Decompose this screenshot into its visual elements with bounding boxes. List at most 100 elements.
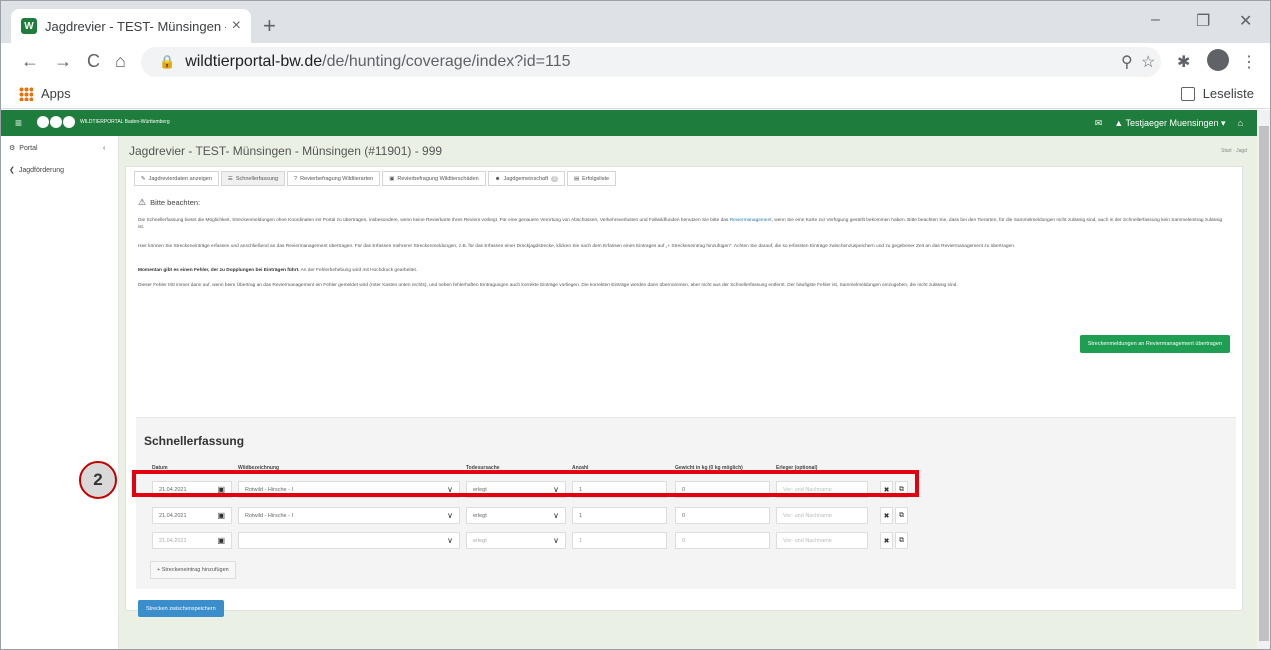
address-bar[interactable]: 🔒 wildtierportal-bw.de /de/hunting/cover… bbox=[141, 47, 1161, 77]
count-input[interactable]: 1 bbox=[572, 532, 667, 549]
tab-label: Jagdrevierdaten anzeigen bbox=[148, 175, 212, 182]
back-icon[interactable]: ← bbox=[21, 51, 39, 72]
notice-paragraph-2: Hier können Sie Streckeneinträge erfasse… bbox=[138, 244, 1016, 249]
hunter-input[interactable]: Vor- und Nachname bbox=[776, 532, 868, 549]
date-value: 21.04.2021 bbox=[159, 512, 187, 519]
count-badge: 3 bbox=[551, 175, 558, 182]
reading-list-label: Leseliste bbox=[1202, 86, 1254, 101]
tab-title: Jagdrevier - TEST- Münsingen - M bbox=[45, 18, 226, 34]
reviermanagement-link[interactable]: Reviermanagement bbox=[730, 218, 772, 223]
table-row: 21.04.2021 ▣ Rotwild - Hirsche - I ∨ erleg… bbox=[152, 507, 922, 524]
hunter-placeholder: Vor- und Nachname bbox=[783, 512, 832, 519]
scrollbar-thumb[interactable] bbox=[1259, 126, 1269, 641]
copy-row-icon[interactable]: ⧉ bbox=[895, 532, 908, 549]
count-input[interactable]: 1 bbox=[572, 507, 667, 524]
chevron-down-icon: ∨ bbox=[447, 511, 453, 520]
home-icon[interactable]: ⌂ bbox=[115, 51, 126, 72]
table-row: 21.04.2021 ▣ ∨ erlegt ∨ 1 0 Vor- und Nachn… bbox=[152, 532, 922, 549]
close-tab-icon[interactable]: × bbox=[232, 17, 241, 35]
apps-bookmark[interactable]: Apps bbox=[19, 86, 71, 101]
quick-entry-heading: Schnellerfassung bbox=[144, 434, 245, 448]
app-header: ≡ WILDTIERPORTAL Baden-Württemberg ✉ ▲ T… bbox=[1, 110, 1257, 136]
reload-icon[interactable]: C bbox=[87, 51, 100, 72]
tab-bar: ✎ Jagdrevierdaten anzeigen ☰ Schnellerfass… bbox=[134, 171, 617, 186]
user-menu[interactable]: ▲ Testjaeger Muensingen ▾ bbox=[1114, 118, 1225, 129]
close-window-icon[interactable]: ✕ bbox=[1239, 11, 1252, 31]
step-number-badge: 2 bbox=[79, 461, 117, 499]
profile-avatar[interactable] bbox=[1207, 49, 1229, 71]
reading-list[interactable]: Leseliste bbox=[1180, 86, 1254, 101]
cause-select[interactable]: erlegt ∨ bbox=[466, 507, 566, 524]
mail-icon[interactable]: ✉ bbox=[1095, 118, 1103, 129]
browser-window: W Jagdrevier - TEST- Münsingen - M × + –… bbox=[0, 0, 1271, 650]
forward-icon[interactable]: → bbox=[54, 51, 72, 72]
menu-kebab-icon[interactable]: ⋮ bbox=[1241, 52, 1257, 72]
hunter-placeholder: Vor- und Nachname bbox=[783, 537, 832, 544]
sidebar: ⚙ Portal ‹ ❮ Jagdförderung bbox=[1, 136, 119, 649]
chevron-down-icon: ∨ bbox=[553, 536, 559, 545]
site-favicon-icon: W bbox=[21, 18, 37, 34]
add-entry-button[interactable]: + Streckeneintrag hinzufügen bbox=[150, 561, 236, 579]
restore-icon[interactable]: ❐ bbox=[1196, 11, 1210, 31]
tab-jagdrevierdaten[interactable]: ✎ Jagdrevierdaten anzeigen bbox=[134, 171, 219, 186]
url-path: /de/hunting/coverage/index?id=115 bbox=[322, 53, 571, 70]
species-select[interactable]: ∨ bbox=[238, 532, 460, 549]
calendar-icon[interactable]: ▣ bbox=[217, 536, 225, 545]
hamburger-menu-icon[interactable]: ≡ bbox=[15, 116, 22, 130]
species-select[interactable]: Rotwild - Hirsche - I ∨ bbox=[238, 507, 460, 524]
content-card: ✎ Jagdrevierdaten anzeigen ☰ Schnellerfass… bbox=[125, 166, 1243, 617]
apps-grid-icon bbox=[19, 86, 33, 101]
delete-row-icon[interactable]: ✖ bbox=[880, 507, 893, 524]
reading-list-icon bbox=[1180, 86, 1195, 101]
question-icon: ? bbox=[294, 175, 298, 182]
sidebar-item-portal[interactable]: ⚙ Portal ‹ bbox=[9, 144, 105, 153]
copy-row-icon[interactable]: ⧉ bbox=[895, 507, 908, 524]
paragraph-text: An der Fehlerbehebung wird mit Hochdruck… bbox=[299, 268, 418, 273]
chevron-down-icon: ∨ bbox=[553, 511, 559, 520]
new-tab-button[interactable]: + bbox=[263, 13, 276, 39]
tab-label: Revierbefragung Wildtierschäden bbox=[397, 175, 479, 182]
main-content: Jagdrevier - TEST- Münsingen - Münsingen… bbox=[119, 136, 1257, 649]
weight-input[interactable]: 0 bbox=[675, 507, 770, 524]
browser-tab[interactable]: W Jagdrevier - TEST- Münsingen - M × bbox=[11, 9, 251, 43]
weight-value: 0 bbox=[682, 512, 686, 519]
bookmark-star-icon[interactable]: ☆ bbox=[1141, 52, 1155, 72]
portal-logo[interactable]: WILDTIERPORTAL Baden-Württemberg bbox=[37, 116, 170, 128]
date-input[interactable]: 21.04.2021 ▣ bbox=[152, 507, 232, 524]
extensions-icon[interactable]: ✱ bbox=[1177, 52, 1190, 72]
save-entries-button[interactable]: Strecken zwischenspeichern bbox=[138, 600, 224, 617]
weight-input[interactable]: 0 bbox=[675, 532, 770, 549]
delete-row-icon[interactable]: ✖ bbox=[880, 532, 893, 549]
app-home-icon[interactable]: ⌂ bbox=[1238, 118, 1243, 129]
date-value: 21.04.2021 bbox=[159, 537, 187, 544]
tab-jagdgemeinschaft[interactable]: ☻ Jagdgemeinschaft 3 bbox=[487, 171, 565, 186]
gear-icon: ⚙ bbox=[9, 145, 16, 152]
error-warning-text: Momentan gibt es einen Fehler, der zu Do… bbox=[138, 268, 300, 273]
transfer-button[interactable]: Streckenmeldungen an Reviermanagement üb… bbox=[1079, 335, 1230, 353]
sidebar-item-jagdfoerderung[interactable]: ❮ Jagdförderung bbox=[9, 166, 64, 175]
bookmarks-bar: Apps Leseliste bbox=[1, 79, 1270, 109]
chevron-left-icon: ❮ bbox=[9, 167, 15, 174]
tab-label: Erfolgsliste bbox=[582, 175, 610, 182]
chevron-left-icon: ‹ bbox=[103, 144, 106, 152]
chevron-down-icon: ∨ bbox=[447, 536, 453, 545]
users-icon: ☻ bbox=[494, 175, 501, 182]
quick-entry-section: Schnellerfassung Datum Wildbezeichnung T… bbox=[136, 417, 1236, 589]
cause-select[interactable]: erlegt ∨ bbox=[466, 532, 566, 549]
calendar-icon[interactable]: ▣ bbox=[217, 511, 225, 520]
pencil-icon: ✎ bbox=[141, 175, 146, 182]
tab-erfolgsliste[interactable]: ▤ Erfolgsliste bbox=[566, 171, 617, 186]
notice-title: Bitte beachten: bbox=[150, 198, 201, 207]
minimize-icon[interactable]: – bbox=[1151, 11, 1160, 29]
hunter-input[interactable]: Vor- und Nachname bbox=[776, 507, 868, 524]
zoom-icon[interactable]: ⚲ bbox=[1121, 52, 1133, 72]
notice-paragraph-1: Die Schnellerfassung bietet die Möglichk… bbox=[138, 217, 1228, 231]
date-input[interactable]: 21.04.2021 ▣ bbox=[152, 532, 232, 549]
tab-schnellerfassung[interactable]: ☰ Schnellerfassung bbox=[220, 171, 286, 186]
species-value: Rotwild - Hirsche - I bbox=[245, 512, 293, 519]
tab-revierbefragung-schaeden[interactable]: ▣ Revierbefragung Wildtierschäden bbox=[382, 171, 486, 186]
page-scrollbar[interactable] bbox=[1257, 110, 1270, 649]
tab-revierbefragung-arten[interactable]: ? Revierbefragung Wildtierarten bbox=[287, 171, 381, 186]
lock-icon[interactable]: 🔒 bbox=[159, 54, 175, 70]
breadcrumb[interactable]: Start · Jagd bbox=[1221, 148, 1247, 154]
